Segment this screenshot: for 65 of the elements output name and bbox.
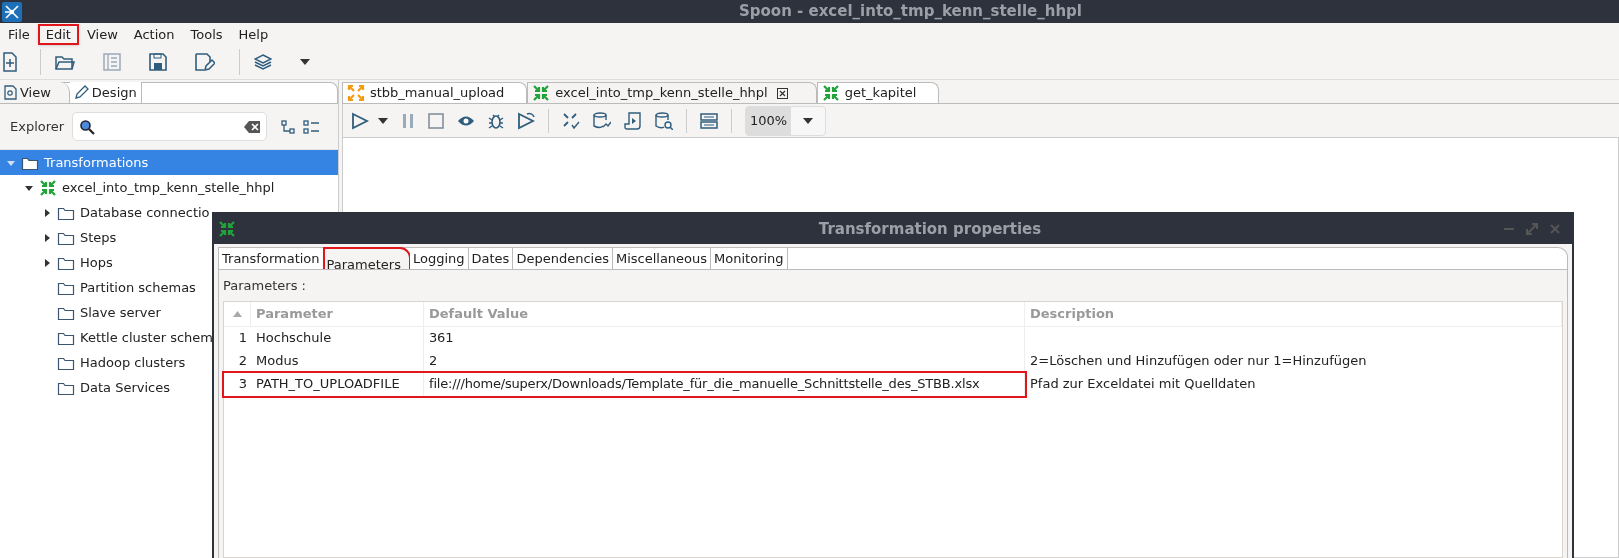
menu-item[interactable]: View <box>78 23 126 45</box>
tree-item[interactable]: Database connectio <box>0 200 338 225</box>
dialog-title: Transformation properties <box>818 218 1042 240</box>
app-logo-icon <box>2 1 22 22</box>
window-title: Spoon - excel_into_tmp_kenn_stelle_hhpl <box>739 1 1082 23</box>
table-cell: Modus <box>251 349 424 373</box>
menu-item[interactable]: File <box>0 23 38 45</box>
pencil-icon <box>73 85 89 100</box>
menu-item[interactable]: Action <box>125 23 183 45</box>
transformation-icon <box>218 220 236 238</box>
search-document-icon <box>4 85 17 100</box>
table-cell: Hochschule <box>251 326 424 350</box>
database-search-icon[interactable] <box>655 111 673 130</box>
explorer-label: Explorer <box>10 117 65 136</box>
menu-item[interactable]: Edit <box>37 23 79 45</box>
eye-icon[interactable] <box>457 114 475 127</box>
expand-tree-icon[interactable] <box>281 119 296 134</box>
editor-tab[interactable]: get_kapitel <box>816 82 940 103</box>
search-field[interactable] <box>72 112 268 141</box>
clear-icon <box>244 120 261 133</box>
transformation-icon <box>39 178 57 197</box>
search-icon <box>79 118 96 135</box>
new-file-icon[interactable] <box>2 52 18 72</box>
dropdown-caret-icon[interactable] <box>378 117 388 124</box>
menu-item[interactable]: Help <box>230 23 277 45</box>
dropdown-caret-icon[interactable] <box>300 59 310 65</box>
play-icon[interactable] <box>351 111 369 130</box>
row-number: 1 <box>237 329 248 348</box>
check-transformation-icon[interactable] <box>562 111 580 130</box>
table-cell: file:///home/superx/Downloads/Template_für_die_manuelle_Schnittstelle_des_STBB.xlsx <box>424 372 1025 396</box>
list-icon[interactable] <box>303 119 320 134</box>
zoom-dropdown[interactable]: 100% <box>745 105 827 136</box>
transformation-icon <box>532 84 551 102</box>
save-icon[interactable] <box>149 53 167 71</box>
analyze-database-icon[interactable] <box>593 111 611 130</box>
layers-icon[interactable] <box>254 53 272 71</box>
tree-item[interactable]: Transformations <box>0 150 338 175</box>
collapsed-arrow-icon[interactable] <box>42 207 52 218</box>
tree-item[interactable]: Steps <box>0 225 338 250</box>
collapsed-arrow-icon[interactable] <box>42 257 52 268</box>
table-cell: PATH_TO_UPLOADFILE <box>251 372 424 396</box>
save-as-icon[interactable] <box>195 53 215 71</box>
table-cell: 361 <box>424 326 1025 350</box>
menu-item[interactable]: Tools <box>182 23 231 45</box>
job-icon <box>347 84 365 102</box>
replay-icon[interactable] <box>517 111 535 130</box>
dropdown-caret-icon <box>803 117 814 124</box>
dialog-tab[interactable]: Logging <box>409 248 469 269</box>
row-number: 3 <box>237 375 248 394</box>
tree-item[interactable]: excel_into_tmp_kenn_stelle_hhpl <box>0 175 338 200</box>
table-cell: 2 <box>424 349 1025 373</box>
row-number: 2 <box>237 352 248 371</box>
panel-tab[interactable]: Design <box>69 82 142 103</box>
transformation-icon <box>821 84 840 102</box>
script-icon[interactable] <box>624 111 642 130</box>
open-folder-icon[interactable] <box>55 53 75 71</box>
editor-tab[interactable]: stbb_manual_upload <box>342 82 528 103</box>
close-icon[interactable] <box>776 87 788 99</box>
table-cell-text: 2=Löschen und Hinzufügen oder nur 1=Hinzufügen <box>1029 352 1368 371</box>
table-cell-text: Pfad zur Exceldatei mit Quelldaten <box>1029 375 1257 394</box>
editor-tab[interactable]: excel_into_tmp_kenn_stelle_hhpl <box>527 82 817 103</box>
collapsed-arrow-icon[interactable] <box>42 232 52 243</box>
section-label: Parameters : <box>223 277 307 295</box>
panel-tab[interactable]: View <box>0 82 70 103</box>
layout-icon[interactable] <box>700 112 718 129</box>
